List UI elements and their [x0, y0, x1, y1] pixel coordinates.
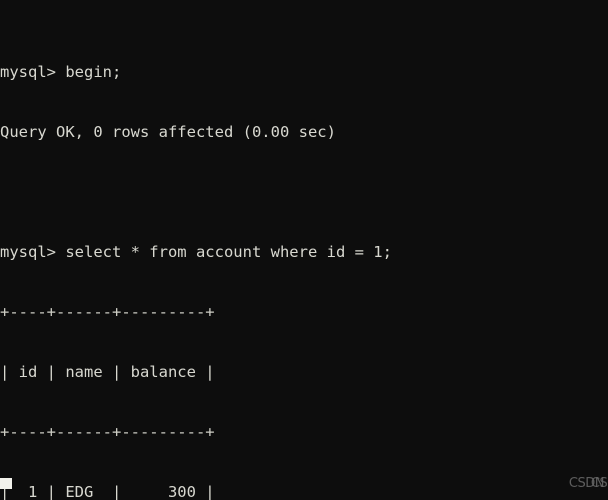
- terminal-window[interactable]: mysql> begin; Query OK, 0 rows affected …: [0, 0, 608, 500]
- terminal-line: | id | name | balance |: [0, 363, 215, 381]
- text-cursor: [0, 478, 12, 489]
- csdn-watermark: CSDN CSDN @黑@逐风&者: [569, 474, 608, 494]
- watermark-back-text: CSDN @黑@逐风&者: [590, 476, 608, 491]
- terminal-line: | 1 | EDG | 300 |: [0, 483, 215, 500]
- terminal-line: +----+------+---------+: [0, 303, 215, 321]
- terminal-screen: mysql> begin; Query OK, 0 rows affected …: [0, 2, 608, 500]
- terminal-line: Query OK, 0 rows affected (0.00 sec): [0, 123, 336, 141]
- terminal-line: mysql> select * from account where id = …: [0, 243, 392, 261]
- terminal-line: +----+------+---------+: [0, 423, 215, 441]
- terminal-line: mysql> begin;: [0, 63, 122, 81]
